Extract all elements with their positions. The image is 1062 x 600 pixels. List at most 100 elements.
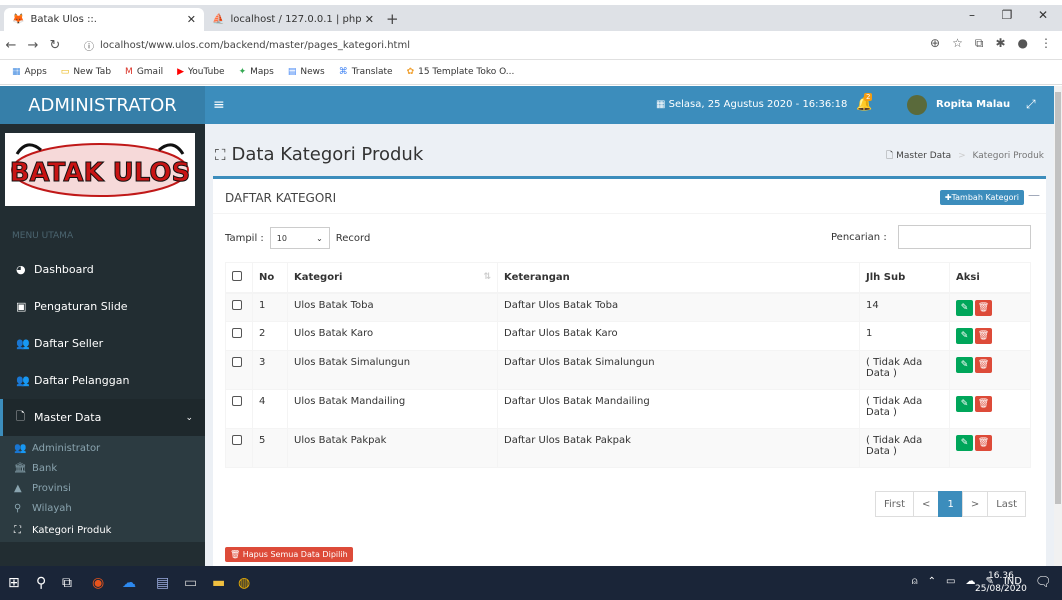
sidebar-item-label: Master Data <box>34 411 102 424</box>
search-input[interactable] <box>898 225 1031 249</box>
bookmark-apps[interactable]: ▦ Apps <box>12 67 47 77</box>
edit-icon[interactable]: ✎ <box>956 328 973 344</box>
bookmark-translate[interactable]: ⌘ Translate <box>339 67 393 77</box>
action-center-icon[interactable]: 🗨 <box>1035 575 1052 590</box>
tab-phpmyadmin[interactable]: ⛵ localhost / 127.0.0.1 | phpMyAdm ✕ <box>204 8 382 31</box>
bookmark-template[interactable]: ✿ 15 Template Toko O... <box>407 67 515 77</box>
zoom-icon[interactable]: ⊕ <box>930 36 940 51</box>
chevron-up-icon[interactable]: ⌃ <box>928 576 936 587</box>
submenu-administrator[interactable]: 👥 Administrator <box>0 438 205 458</box>
sidebar-item-daftar-seller[interactable]: 👥 Daftar Seller <box>0 325 205 362</box>
bookmark-gmail[interactable]: M Gmail <box>125 67 163 77</box>
app-icon[interactable]: ◉ <box>92 575 104 591</box>
folder-icon[interactable]: ▬ <box>212 575 225 591</box>
trash-icon[interactable]: 🗑 <box>975 435 992 451</box>
sidebar-item-dashboard[interactable]: ◕ Dashboard <box>0 251 205 288</box>
col-kategori[interactable]: Kategori ⇅ <box>287 262 498 294</box>
chrome-icon[interactable]: ◍ <box>238 575 250 591</box>
bookmark-maps[interactable]: ✦ Maps <box>239 67 274 77</box>
profile-icon[interactable]: ● <box>1018 36 1028 51</box>
page-prev[interactable]: < <box>913 491 940 517</box>
edit-icon[interactable]: ✎ <box>956 435 973 451</box>
star-icon[interactable]: ☆ <box>952 36 963 51</box>
collapse-icon[interactable]: — <box>1028 188 1040 202</box>
submenu-label: Provinsi <box>32 482 71 494</box>
extension-icon[interactable]: ⧉ <box>975 36 984 51</box>
fullscreen-icon[interactable]: ⤢ <box>1026 97 1036 112</box>
sidebar-item-daftar-pelanggan[interactable]: 👥 Daftar Pelanggan <box>0 362 205 399</box>
onedrive-icon[interactable]: ☁ <box>122 575 136 591</box>
page-length-select[interactable]: 10 ⌄ <box>269 227 330 249</box>
sidebar-item-master-data[interactable]: 🗋 Master Data ⌄ <box>0 399 205 436</box>
close-tab-icon[interactable]: ✕ <box>187 13 196 26</box>
reload-icon[interactable]: ↻ <box>44 38 66 53</box>
close-window-button[interactable]: ✕ <box>1028 8 1058 22</box>
trash-icon[interactable]: 🗑 <box>975 396 992 412</box>
page-first[interactable]: First <box>875 491 915 517</box>
sidebar-item-pengaturan-slide[interactable]: ▣ Pengaturan Slide <box>0 288 205 325</box>
table-header-row: No Kategori ⇅ Keterangan Jlh Sub Aksi <box>225 262 1031 294</box>
trash-icon[interactable]: 🗑 <box>975 357 992 373</box>
select-all-checkbox[interactable] <box>232 270 242 281</box>
sitemap-icon: ⛶ <box>215 145 226 164</box>
row-checkbox[interactable] <box>232 396 242 406</box>
page-next[interactable]: > <box>961 491 989 517</box>
col-jlh-sub[interactable]: Jlh Sub <box>859 262 950 294</box>
task-view-icon[interactable]: ⧉ <box>62 575 72 591</box>
menu-toggle-icon[interactable]: ≡ <box>213 97 225 113</box>
trash-icon[interactable]: 🗑 <box>975 328 992 344</box>
network-icon[interactable]: ▭ <box>946 576 955 587</box>
cell-no: 1 <box>252 292 288 322</box>
back-icon[interactable]: ← <box>0 38 22 53</box>
scrollbar-thumb[interactable] <box>1055 92 1061 504</box>
page-current[interactable]: 1 <box>938 491 963 517</box>
add-category-button[interactable]: ✚Tambah Kategori <box>939 190 1024 205</box>
row-checkbox[interactable] <box>232 328 242 338</box>
url-field[interactable]: ⓘ localhost/www.ulos.com/backend/master/… <box>84 34 844 56</box>
datetime-text: Selasa, 25 Agustus 2020 - 16:36:18 <box>668 99 848 110</box>
edit-icon[interactable]: ✎ <box>956 396 973 412</box>
cell-keterangan: Daftar Ulos Batak Simalungun <box>497 350 860 390</box>
row-checkbox[interactable] <box>232 435 242 445</box>
bookmark-news[interactable]: ▤ News <box>288 67 325 77</box>
username[interactable]: Ropita Malau <box>936 99 1010 110</box>
trash-icon[interactable]: 🗑 <box>975 299 992 316</box>
delete-selected-button[interactable]: 🗑 Hapus Semua Data Dipilih <box>225 547 353 562</box>
puzzle-icon[interactable]: ✱ <box>995 36 1005 51</box>
page-last[interactable]: Last <box>987 491 1027 517</box>
forward-icon[interactable]: → <box>22 38 44 53</box>
people-icon[interactable]: ⍝ <box>912 576 918 587</box>
cloud-icon[interactable]: ☁ <box>965 576 975 587</box>
edit-icon[interactable]: ✎ <box>956 299 973 316</box>
show-label: Tampil : <box>225 232 264 244</box>
store-icon[interactable]: ▭ <box>184 575 197 591</box>
bookmark-newtab[interactable]: ▭ New Tab <box>61 67 111 77</box>
notepad-icon[interactable]: ▤ <box>156 575 169 591</box>
search-icon[interactable]: ⚲ <box>36 575 46 591</box>
system-clock[interactable]: 16.36 25/08/2020 <box>975 570 1027 596</box>
avatar[interactable] <box>907 95 927 115</box>
brand-title[interactable]: ADMINISTRATOR <box>0 86 205 124</box>
submenu-kategori-produk[interactable]: ⛶ Kategori Produk <box>0 518 205 542</box>
maximize-button[interactable]: ❐ <box>992 8 1022 22</box>
close-tab-icon[interactable]: ✕ <box>365 13 374 26</box>
row-checkbox-cell <box>225 321 253 351</box>
col-no[interactable]: No <box>252 262 288 294</box>
col-keterangan[interactable]: Keterangan <box>497 262 860 294</box>
breadcrumb-master-data[interactable]: Master Data <box>896 151 951 161</box>
submenu-bank[interactable]: 🏛 Bank <box>0 458 205 478</box>
row-checkbox[interactable] <box>232 299 242 310</box>
row-checkbox[interactable] <box>232 357 242 367</box>
divider <box>213 213 1046 214</box>
bookmark-youtube[interactable]: ▶ YouTube <box>177 67 225 77</box>
new-tab-button[interactable]: + <box>386 10 399 28</box>
submenu-wilayah[interactable]: ⚲ Wilayah <box>0 498 205 518</box>
edit-icon[interactable]: ✎ <box>956 357 973 373</box>
minimize-button[interactable]: – <box>957 8 987 22</box>
menu-icon[interactable]: ⋮ <box>1040 36 1052 51</box>
submenu-provinsi[interactable]: ▲ Provinsi <box>0 478 205 498</box>
windows-start-icon[interactable]: ⊞ <box>8 575 20 591</box>
submenu-label: Bank <box>32 462 58 474</box>
tab-batak-ulos[interactable]: 🦊 Batak Ulos ::. ✕ <box>4 8 204 31</box>
notification-bell-icon[interactable]: 🔔 2 <box>856 93 873 112</box>
